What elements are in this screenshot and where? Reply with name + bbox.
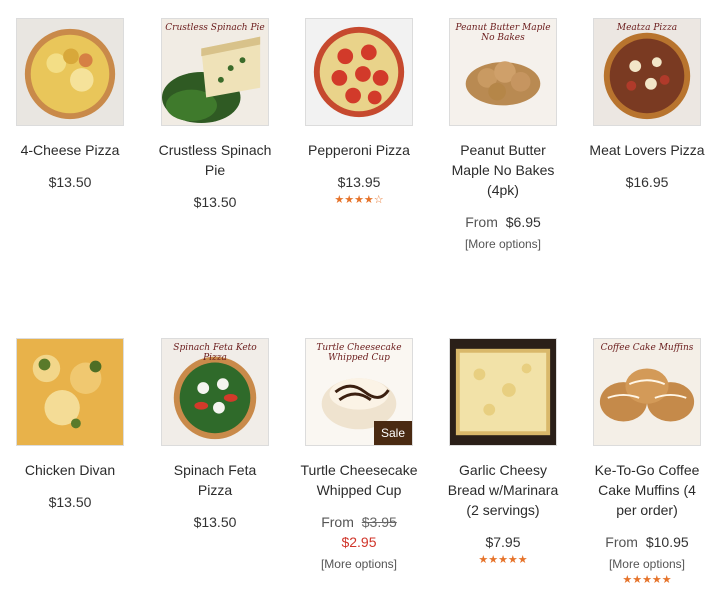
product-title[interactable]: Spinach Feta Pizza (155, 460, 275, 500)
product-card: Spinach Feta Keto Pizza Spinach Feta Piz… (155, 338, 275, 532)
image-caption: Turtle Cheesecake Whipped Cup (316, 343, 402, 363)
product-price: $10.95 (645, 534, 689, 550)
product-price: $13.50 (48, 494, 92, 510)
more-options-link[interactable]: [More options] (299, 556, 419, 572)
product-title[interactable]: Meat Lovers Pizza (587, 140, 707, 160)
product-card: Crustless Spinach Pie Crustless Spinach … (155, 18, 275, 212)
product-card: 4-Cheese Pizza $13.50 (10, 18, 130, 192)
from-label: From (321, 514, 354, 530)
product-card: Coffee Cake Muffins Ke-To-Go Coffee Cake… (587, 338, 707, 586)
product-price-range: From $3.95 (299, 512, 419, 532)
product-title[interactable]: Garlic Cheesy Bread w/Marinara (2 servin… (443, 460, 563, 520)
spinach-pie-image (162, 19, 268, 125)
rating-stars: ★★★★★ (478, 554, 528, 566)
more-options-link[interactable]: [More options] (587, 556, 707, 572)
meat-pizza-image (594, 19, 700, 125)
product-card: Garlic Cheesy Bread w/Marinara (2 servin… (443, 338, 563, 566)
product-price: $7.95 (485, 534, 521, 550)
product-price-range: From $10.95 (587, 532, 707, 552)
rating-stars: ★★★★★ (622, 574, 672, 586)
product-image[interactable] (16, 18, 124, 126)
image-caption: Meatza Pizza (616, 23, 678, 33)
product-card: Pepperoni Pizza $13.95 ★★★★☆ (299, 18, 419, 206)
rating-stars: ★★★★☆ (334, 194, 384, 206)
image-caption: Spinach Feta Keto Pizza (173, 343, 257, 363)
more-options-link[interactable]: [More options] (443, 236, 563, 252)
product-price: $16.95 (625, 174, 669, 190)
product-image[interactable]: Peanut Butter Maple No Bakes (449, 18, 557, 126)
image-caption: Coffee Cake Muffins (600, 343, 694, 353)
product-price: $13.50 (48, 174, 92, 190)
product-price: $13.50 (193, 194, 237, 210)
sale-badge: Sale (373, 421, 412, 445)
chicken-divan-image (17, 339, 123, 445)
product-image[interactable]: Crustless Spinach Pie (161, 18, 269, 126)
product-title[interactable]: Chicken Divan (10, 460, 130, 480)
product-image[interactable] (305, 18, 413, 126)
product-image[interactable]: Spinach Feta Keto Pizza (161, 338, 269, 446)
product-grid: 4-Cheese Pizza $13.50 Crustless Spinach … (0, 0, 728, 600)
image-caption: Crustless Spinach Pie (165, 23, 265, 33)
original-price: $3.95 (361, 514, 397, 530)
image-caption: Peanut Butter Maple No Bakes (455, 23, 551, 43)
pizza-image (17, 19, 123, 125)
product-title[interactable]: 4-Cheese Pizza (10, 140, 130, 160)
product-image[interactable]: Meatza Pizza (593, 18, 701, 126)
product-price-range: From $6.95 (443, 212, 563, 232)
product-title[interactable]: Crustless Spinach Pie (155, 140, 275, 180)
product-image[interactable] (16, 338, 124, 446)
sale-price: $2.95 (341, 534, 377, 550)
product-card: Turtle Cheesecake Whipped Cup Sale Turtl… (299, 338, 419, 572)
from-label: From (465, 214, 498, 230)
product-title[interactable]: Ke-To-Go Coffee Cake Muffins (4 per orde… (587, 460, 707, 520)
product-title[interactable]: Peanut Butter Maple No Bakes (4pk) (443, 140, 563, 200)
product-image[interactable]: Turtle Cheesecake Whipped Cup Sale (305, 338, 413, 446)
cheesy-bread-image (450, 339, 556, 445)
product-card: Meatza Pizza Meat Lovers Pizza $16.95 (587, 18, 707, 192)
coffee-cake-muffins-image (594, 339, 700, 445)
product-card: Peanut Butter Maple No Bakes Peanut Butt… (443, 18, 563, 252)
from-label: From (605, 534, 638, 550)
product-price: $13.95 (337, 174, 381, 190)
product-image[interactable] (449, 338, 557, 446)
product-image[interactable]: Coffee Cake Muffins (593, 338, 701, 446)
product-price: $13.50 (193, 514, 237, 530)
product-title[interactable]: Pepperoni Pizza (299, 140, 419, 160)
product-price: $6.95 (505, 214, 541, 230)
product-card: Chicken Divan $13.50 (10, 338, 130, 512)
product-title[interactable]: Turtle Cheesecake Whipped Cup (299, 460, 419, 500)
pepperoni-pizza-image (306, 19, 412, 125)
